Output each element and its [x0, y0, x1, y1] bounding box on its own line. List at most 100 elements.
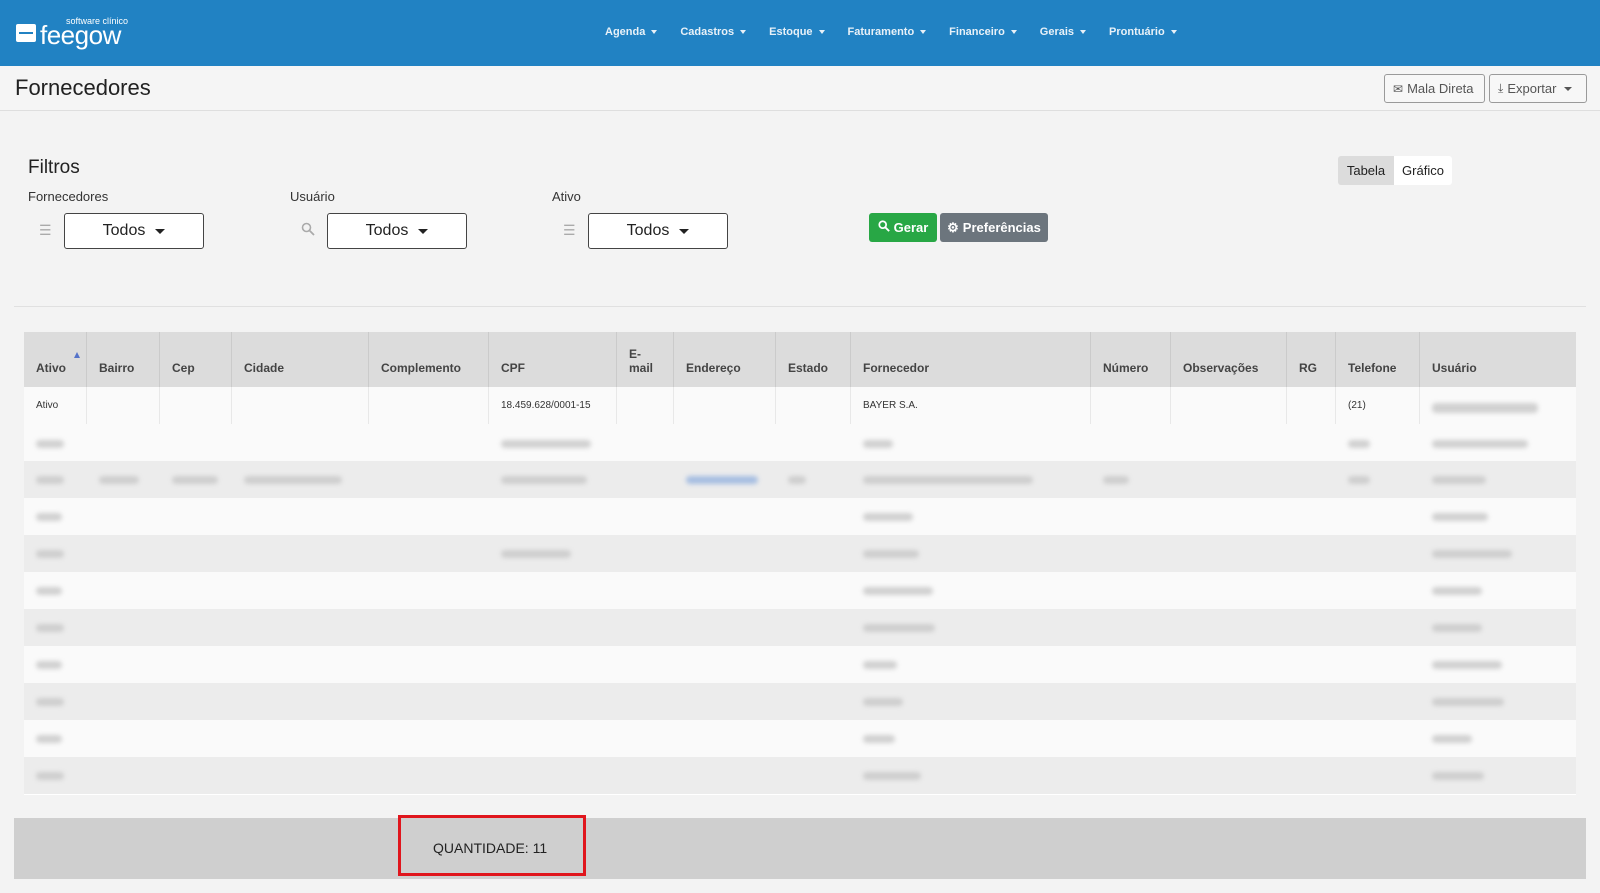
- nav-faturamento[interactable]: Faturamento: [848, 26, 927, 38]
- cell-rg: [1287, 387, 1336, 424]
- nav-agenda[interactable]: Agenda: [605, 26, 658, 38]
- cell-email: [617, 387, 674, 424]
- table-row[interactable]: [24, 757, 1576, 794]
- chevron-down-icon: [740, 30, 747, 35]
- chevron-down-icon: [1010, 30, 1017, 35]
- mala-direta-button[interactable]: ✉ Mala Direta: [1384, 74, 1485, 103]
- table-footer: [14, 818, 1586, 879]
- nav-estoque-label: Estoque: [769, 26, 813, 38]
- table-row[interactable]: [24, 572, 1576, 609]
- redacted-value: [36, 476, 64, 484]
- column-header-label: RG: [1299, 361, 1317, 375]
- redacted-value: [36, 661, 62, 669]
- table-row[interactable]: [24, 720, 1576, 757]
- column-header-label: Cidade: [244, 361, 285, 375]
- column-header-label: Fornecedor: [863, 361, 930, 375]
- gear-icon: ⚙: [947, 219, 959, 235]
- cell-fornecedor: BAYER S.A.: [851, 387, 1091, 424]
- fornecedores-select[interactable]: Todos: [64, 213, 204, 249]
- column-header-label: Ativo: [36, 361, 66, 375]
- redacted-value: [1432, 587, 1482, 595]
- redacted-value: [1432, 624, 1482, 632]
- column-header-observacoes[interactable]: Observações: [1171, 332, 1287, 387]
- table-row[interactable]: [24, 683, 1576, 720]
- redacted-value: [501, 476, 587, 484]
- preferencias-button[interactable]: ⚙ Preferências: [940, 213, 1048, 242]
- column-header-numero[interactable]: Número: [1091, 332, 1171, 387]
- nav-gerais[interactable]: Gerais: [1040, 26, 1087, 38]
- nav-financeiro[interactable]: Financeiro: [949, 26, 1017, 38]
- mala-direta-label: Mala Direta: [1407, 81, 1474, 96]
- table-row[interactable]: [24, 609, 1576, 646]
- redacted-value: [863, 440, 893, 448]
- redacted-value: [1348, 476, 1370, 484]
- table-row[interactable]: Ativo 18.459.628/0001-15 BAYER S.A. (21): [24, 387, 1576, 424]
- cell-numero: [1091, 387, 1171, 424]
- table-row[interactable]: [24, 461, 1576, 498]
- redacted-value: [863, 513, 913, 521]
- redacted-value: [1103, 476, 1129, 484]
- redacted-value: [36, 772, 64, 780]
- column-header-ativo[interactable]: Ativo: [24, 332, 87, 387]
- redacted-value: [1432, 772, 1484, 780]
- cell-cpf: 18.459.628/0001-15: [489, 387, 617, 424]
- redacted-value: [501, 440, 591, 448]
- redacted-value: [1432, 735, 1472, 743]
- nav-prontuario[interactable]: Prontuário: [1109, 26, 1177, 38]
- chevron-down-icon: [818, 30, 825, 35]
- column-header-telefone[interactable]: Telefone: [1336, 332, 1420, 387]
- table-row[interactable]: [24, 498, 1576, 535]
- cell-observacoes: [1171, 387, 1287, 424]
- gerar-button[interactable]: Gerar: [869, 213, 937, 242]
- column-header-cep[interactable]: Cep: [160, 332, 232, 387]
- tab-tabela[interactable]: Tabela: [1338, 156, 1394, 185]
- column-header-cidade[interactable]: Cidade: [232, 332, 369, 387]
- redacted-value: [863, 661, 897, 669]
- column-header-label: CPF: [501, 361, 525, 375]
- redacted-value: [244, 476, 342, 484]
- redacted-value: [36, 587, 62, 595]
- nav-cadastros[interactable]: Cadastros: [680, 26, 747, 38]
- column-header-endereco[interactable]: Endereço: [674, 332, 776, 387]
- nav-estoque[interactable]: Estoque: [769, 26, 825, 38]
- cell-estado: [776, 387, 851, 424]
- exportar-label: Exportar: [1507, 81, 1557, 96]
- usuario-select[interactable]: Todos: [327, 213, 467, 249]
- cell-cep: [160, 387, 232, 424]
- column-header-usuario[interactable]: Usuário: [1420, 332, 1576, 387]
- sort-asc-icon: [74, 352, 80, 358]
- redacted-value: [36, 440, 64, 448]
- column-header-bairro[interactable]: Bairro: [87, 332, 160, 387]
- redacted-value: [863, 550, 919, 558]
- usuario-filter-label: Usuário: [290, 189, 335, 204]
- table-row[interactable]: [24, 646, 1576, 683]
- ativo-select[interactable]: Todos: [588, 213, 728, 249]
- quantity-total: QUANTIDADE: 11: [433, 840, 548, 856]
- logo-text: feegow: [40, 20, 121, 50]
- table-row[interactable]: [24, 535, 1576, 572]
- column-header-label: Número: [1103, 361, 1149, 375]
- redacted-value: [99, 476, 139, 484]
- column-header-label: Endereço: [686, 361, 741, 375]
- redacted-value: [172, 476, 218, 484]
- redacted-value: [1348, 440, 1370, 448]
- column-header-rg[interactable]: RG: [1287, 332, 1336, 387]
- redacted-value: [36, 624, 64, 632]
- column-header-email[interactable]: E-mail: [617, 332, 674, 387]
- gerar-label: Gerar: [893, 220, 929, 235]
- search-icon: [878, 220, 890, 235]
- list-icon: ☰: [563, 222, 576, 238]
- tab-grafico[interactable]: Gráfico: [1394, 156, 1452, 185]
- column-header-complemento[interactable]: Complemento: [369, 332, 489, 387]
- column-header-estado[interactable]: Estado: [776, 332, 851, 387]
- column-header-fornecedor[interactable]: Fornecedor: [851, 332, 1091, 387]
- column-header-label: Cep: [172, 361, 195, 375]
- table-row[interactable]: [24, 424, 1576, 461]
- column-header-cpf[interactable]: CPF: [489, 332, 617, 387]
- cell-usuario: [1420, 387, 1576, 424]
- fornecedores-select-value: Todos: [102, 222, 146, 239]
- redacted-value: [863, 735, 895, 743]
- chevron-down-icon: [1564, 86, 1573, 91]
- chevron-down-icon: [1170, 30, 1177, 35]
- exportar-button[interactable]: ⤓ Exportar: [1489, 74, 1587, 103]
